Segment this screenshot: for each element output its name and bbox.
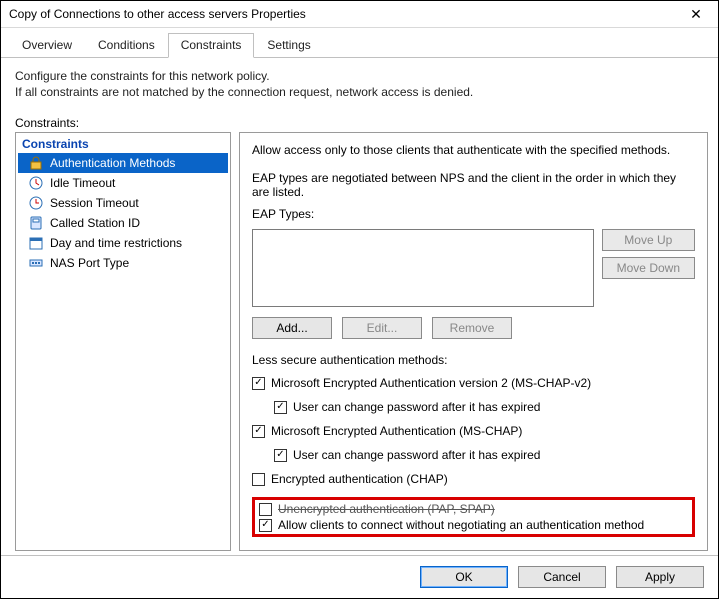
title-bar: Copy of Connections to other access serv… bbox=[1, 1, 718, 28]
tree-item-label: Day and time restrictions bbox=[50, 236, 182, 250]
constraints-tree: Constraints Authentication Methods Idle … bbox=[15, 132, 231, 551]
tree-item-label: Called Station ID bbox=[50, 216, 140, 230]
chk-mschap[interactable]: Microsoft Encrypted Authentication (MS-C… bbox=[252, 423, 695, 439]
eap-note: EAP types are negotiated between NPS and… bbox=[252, 171, 695, 199]
tree-item-label: Session Timeout bbox=[50, 196, 139, 210]
chk-label: User can change password after it has ex… bbox=[293, 448, 540, 462]
eap-side-buttons: Move Up Move Down bbox=[602, 229, 695, 279]
edit-button[interactable]: Edit... bbox=[342, 317, 422, 339]
checkbox-icon bbox=[274, 449, 287, 462]
checkbox-icon bbox=[259, 519, 272, 532]
move-down-button[interactable]: Move Down bbox=[602, 257, 695, 279]
chk-label: Encrypted authentication (CHAP) bbox=[271, 472, 448, 486]
eap-types-label: EAP Types: bbox=[252, 207, 695, 221]
constraints-label: Constraints: bbox=[1, 104, 718, 132]
tree-item-idle-timeout[interactable]: Idle Timeout bbox=[18, 173, 228, 193]
tree-item-label: Idle Timeout bbox=[50, 176, 115, 190]
chk-pap[interactable]: Unencrypted authentication (PAP, SPAP) bbox=[259, 501, 688, 517]
tree-item-nas-port[interactable]: NAS Port Type bbox=[18, 253, 228, 273]
less-secure-label: Less secure authentication methods: bbox=[252, 353, 695, 367]
checkbox-icon bbox=[252, 377, 265, 390]
chk-label: User can change password after it has ex… bbox=[293, 400, 540, 414]
remove-button[interactable]: Remove bbox=[432, 317, 512, 339]
eap-row: Move Up Move Down bbox=[252, 229, 695, 307]
tab-overview[interactable]: Overview bbox=[9, 33, 85, 58]
port-icon bbox=[28, 255, 44, 271]
apply-button[interactable]: Apply bbox=[616, 566, 704, 588]
tree-item-auth-methods[interactable]: Authentication Methods bbox=[18, 153, 228, 173]
highlighted-area: Unencrypted authentication (PAP, SPAP) A… bbox=[252, 497, 695, 537]
chk-chap[interactable]: Encrypted authentication (CHAP) bbox=[252, 471, 695, 487]
checkbox-icon bbox=[274, 401, 287, 414]
chk-user-change-1[interactable]: User can change password after it has ex… bbox=[252, 399, 695, 415]
tab-conditions[interactable]: Conditions bbox=[85, 33, 168, 58]
calendar-icon bbox=[28, 235, 44, 251]
tree-item-label: Authentication Methods bbox=[50, 156, 175, 170]
main-area: Constraints Authentication Methods Idle … bbox=[1, 132, 718, 555]
chk-label: Allow clients to connect without negotia… bbox=[278, 518, 644, 532]
cancel-button[interactable]: Cancel bbox=[518, 566, 606, 588]
lock-icon bbox=[28, 155, 44, 171]
tree-item-day-time[interactable]: Day and time restrictions bbox=[18, 233, 228, 253]
checkbox-icon bbox=[259, 503, 272, 516]
idle-icon bbox=[28, 175, 44, 191]
settings-pane: Allow access only to those clients that … bbox=[239, 132, 708, 551]
chk-label: Unencrypted authentication (PAP, SPAP) bbox=[278, 502, 495, 516]
checkbox-icon bbox=[252, 425, 265, 438]
chk-user-change-2[interactable]: User can change password after it has ex… bbox=[252, 447, 695, 463]
tree-item-called-station[interactable]: Called Station ID bbox=[18, 213, 228, 233]
tree-item-label: NAS Port Type bbox=[50, 256, 129, 270]
tree-group-header: Constraints bbox=[18, 135, 228, 153]
chk-label: Microsoft Encrypted Authentication versi… bbox=[271, 376, 591, 390]
session-icon bbox=[28, 195, 44, 211]
chk-mschapv2[interactable]: Microsoft Encrypted Authentication versi… bbox=[252, 375, 695, 391]
close-button[interactable]: ✕ bbox=[676, 7, 716, 21]
ok-button[interactable]: OK bbox=[420, 566, 508, 588]
move-up-button[interactable]: Move Up bbox=[602, 229, 695, 251]
tab-constraints[interactable]: Constraints bbox=[168, 33, 255, 58]
desc-line-1: Configure the constraints for this netwo… bbox=[15, 68, 704, 84]
pane-intro: Allow access only to those clients that … bbox=[252, 143, 695, 157]
window-title: Copy of Connections to other access serv… bbox=[9, 7, 306, 21]
checkbox-icon bbox=[252, 473, 265, 486]
dialog-button-bar: OK Cancel Apply bbox=[1, 555, 718, 598]
tree-item-session-timeout[interactable]: Session Timeout bbox=[18, 193, 228, 213]
eap-action-row: Add... Edit... Remove bbox=[252, 317, 695, 339]
desc-line-2: If all constraints are not matched by th… bbox=[15, 84, 704, 100]
tab-settings[interactable]: Settings bbox=[254, 33, 323, 58]
eap-types-list[interactable] bbox=[252, 229, 594, 307]
add-button[interactable]: Add... bbox=[252, 317, 332, 339]
chk-label: Microsoft Encrypted Authentication (MS-C… bbox=[271, 424, 522, 438]
tab-strip: Overview Conditions Constraints Settings bbox=[1, 28, 718, 58]
policy-description: Configure the constraints for this netwo… bbox=[1, 58, 718, 104]
chk-allow-no-negotiation[interactable]: Allow clients to connect without negotia… bbox=[259, 517, 688, 533]
phone-icon bbox=[28, 215, 44, 231]
